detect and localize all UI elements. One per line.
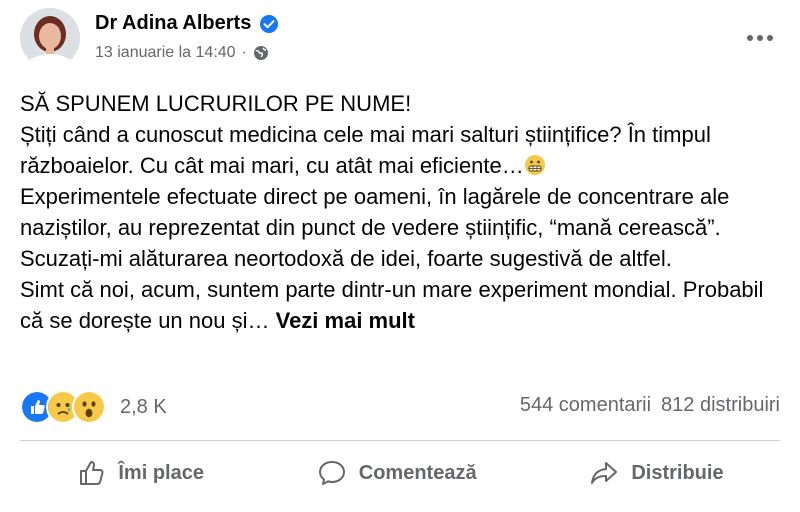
grimacing-emoji-icon (524, 155, 545, 175)
comment-label: Comentează (358, 461, 477, 484)
comments-count[interactable]: 544 comentarii (520, 394, 651, 417)
shares-count[interactable]: 812 distribuiri (661, 394, 780, 417)
share-label: Distribuie (631, 461, 724, 484)
post-text-line: Experimentele efectuate direct pe oameni… (20, 184, 730, 271)
engagement-counts: 544 comentarii 812 distribuiri (520, 394, 780, 417)
reactions-summary[interactable]: 2,8 K (20, 390, 167, 424)
comment-icon (318, 461, 345, 485)
post-text-line: SĂ SPUNEM LUCRURILOR PE NUME! (20, 91, 412, 116)
share-button[interactable]: Distribuie (589, 458, 724, 488)
globe-icon (253, 46, 268, 60)
post-stats: 2,8 K 544 comentarii 812 distribuiri (20, 386, 780, 426)
post-text-line: Știți când a cunoscut medicina cele mai … (20, 122, 711, 178)
post-header: Dr Adina Alberts 13 ianuarie la 14:40 · (20, 8, 780, 74)
reaction-count[interactable]: 2,8 K (120, 396, 167, 419)
post-date[interactable]: 13 ianuarie la 14:40 (95, 44, 236, 62)
post-actions: Îmi place Comentează Distribuie (20, 446, 780, 500)
verified-badge-icon (260, 14, 279, 33)
wow-reaction-icon (72, 390, 106, 424)
author-name[interactable]: Dr Adina Alberts (95, 12, 251, 35)
share-arrow-icon (591, 462, 618, 484)
divider (20, 440, 780, 441)
comment-button[interactable]: Comentează (317, 458, 477, 488)
post-text-line-wrap: Simt că noi, acum, suntem parte dintr-un… (20, 274, 780, 336)
more-options-icon[interactable] (740, 26, 780, 50)
see-more-link[interactable]: Vezi mai mult (276, 308, 415, 333)
post-body: SĂ SPUNEM LUCRURILOR PE NUME! Știți când… (20, 88, 780, 336)
post-meta: 13 ianuarie la 14:40 · (95, 44, 269, 62)
thumbs-up-icon (80, 461, 104, 485)
like-label: Îmi place (118, 461, 204, 484)
post-text-line-wrap: Știți când a cunoscut medicina cele mai … (20, 119, 780, 181)
author-avatar[interactable] (20, 8, 80, 68)
meta-separator: · (241, 44, 247, 61)
like-button[interactable]: Îmi place (76, 458, 204, 488)
author-name-row: Dr Adina Alberts (95, 12, 279, 35)
